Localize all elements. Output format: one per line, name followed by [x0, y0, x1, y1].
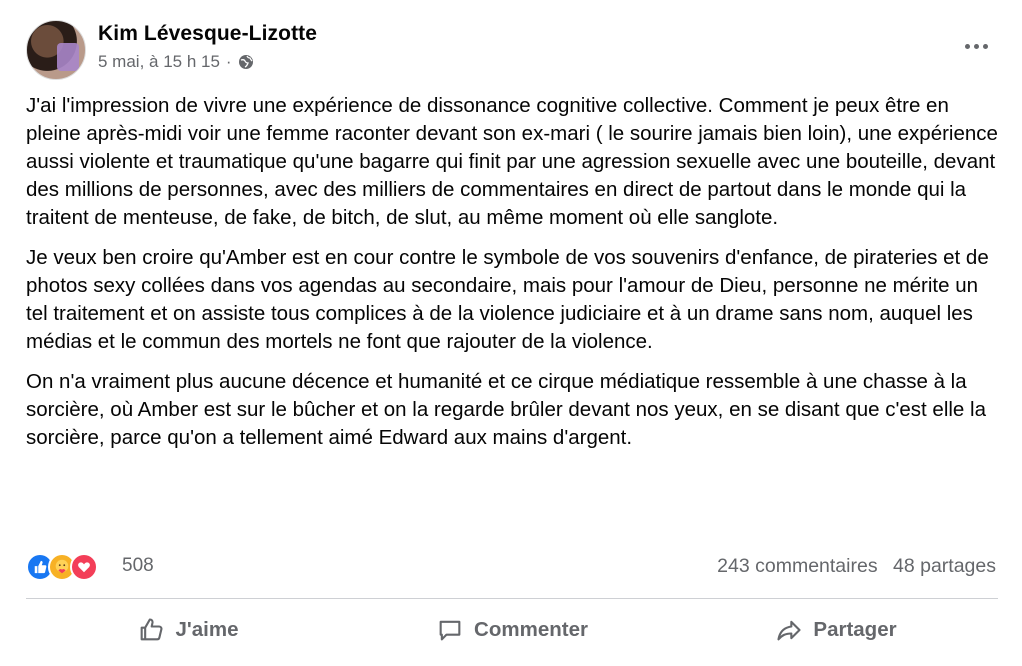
dot-icon: [973, 43, 979, 49]
meta-separator: ·: [225, 52, 232, 71]
comments-count-link[interactable]: 243 commentaires: [717, 555, 877, 577]
avatar-frame-overlay: [57, 43, 79, 71]
post-paragraph: Je veux ben croire qu'Amber est en cour …: [26, 246, 989, 353]
reaction-count[interactable]: 508: [122, 555, 154, 577]
dot-icon: [964, 43, 970, 49]
post-meta: 5 mai, à 15 h 15 ·: [98, 52, 254, 72]
comment-bubble-icon: [439, 620, 461, 641]
post-body: J'ai l'impression de vivre une expérienc…: [26, 92, 1001, 464]
author-name[interactable]: Kim Lévesque-Lizotte: [98, 22, 317, 46]
post-paragraph: On n'a vraiment plus aucune décence et h…: [26, 370, 986, 449]
reaction-icons[interactable]: [26, 553, 98, 581]
reactions-bar: 508 243 commentaires 48 partages: [26, 548, 996, 584]
comment-button[interactable]: Commenter: [350, 604, 674, 656]
post-paragraph: J'ai l'impression de vivre une expérienc…: [26, 94, 998, 229]
share-arrow-icon: [777, 620, 801, 641]
thumbs-up-icon: [141, 618, 163, 641]
love-reaction-icon: [70, 553, 98, 581]
shares-count-link[interactable]: 48 partages: [893, 555, 996, 577]
share-label: Partager: [813, 618, 897, 641]
like-label: J'aime: [175, 618, 239, 641]
share-button[interactable]: Partager: [674, 604, 998, 656]
more-options-button[interactable]: [958, 34, 994, 58]
comment-label: Commenter: [474, 618, 588, 641]
dot-icon: [982, 43, 988, 49]
like-button[interactable]: J'aime: [26, 604, 350, 656]
facebook-post: Kim Lévesque-Lizotte 5 mai, à 15 h 15 · …: [0, 0, 1022, 666]
post-header: Kim Lévesque-Lizotte 5 mai, à 15 h 15 ·: [26, 20, 1002, 82]
actions-divider: [26, 598, 998, 599]
globe-icon[interactable]: [238, 54, 254, 70]
post-actions: J'aime Commenter Partager: [26, 604, 998, 656]
author-avatar[interactable]: [26, 20, 86, 80]
post-stats: 243 commentaires 48 partages: [707, 555, 996, 578]
post-timestamp[interactable]: 5 mai, à 15 h 15: [98, 52, 220, 72]
